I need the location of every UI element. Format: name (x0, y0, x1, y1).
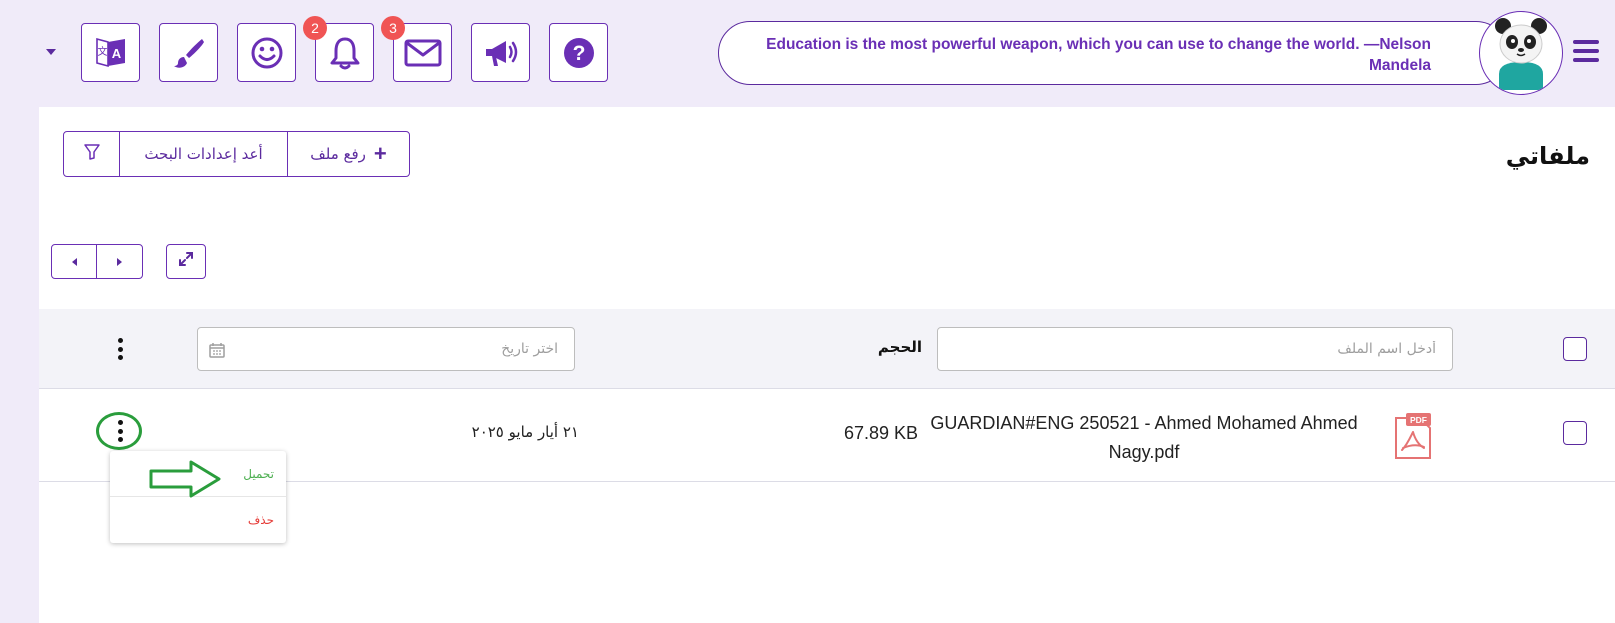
hamburger-icon-bar (1573, 58, 1599, 62)
toolbar-actions: أعد إعدادات البحث رفع ملف + (63, 131, 410, 177)
filter-row: الحجم (39, 309, 1615, 389)
hamburger-menu-button[interactable] (1573, 40, 1599, 64)
next-page-button[interactable] (97, 245, 142, 278)
quote-text: Education is the most powerful weapon, w… (766, 36, 1431, 74)
svg-text:?: ? (572, 42, 585, 65)
file-date: ٢١ أيار مايو ٢٠٢٥ (471, 423, 579, 441)
svg-text:文: 文 (97, 45, 107, 58)
column-options-kebab-icon[interactable] (117, 338, 123, 360)
language-dropdown-caret[interactable] (46, 49, 56, 55)
pagination (51, 244, 143, 279)
fullscreen-button[interactable] (166, 244, 206, 279)
announcements-button[interactable] (471, 23, 530, 82)
calendar-icon (209, 342, 225, 363)
date-filter-input[interactable] (198, 328, 574, 370)
user-avatar[interactable] (1479, 11, 1563, 95)
hamburger-icon-bar (1573, 49, 1599, 53)
filter-toggle-button[interactable] (64, 132, 120, 176)
messages-button[interactable]: 3 (381, 16, 452, 82)
size-column-header: الحجم (877, 338, 923, 356)
notifications-count-badge: 2 (303, 16, 327, 40)
hamburger-icon-bar (1573, 40, 1599, 44)
file-name-link[interactable]: GUARDIAN#ENG 250521 - Ahmed Mohamed Ahme… (899, 409, 1389, 467)
previous-page-button[interactable] (52, 245, 97, 278)
question-circle-icon: ? (562, 36, 596, 70)
bell-icon (328, 35, 362, 71)
row-actions-kebab-icon[interactable] (117, 420, 123, 442)
file-name-filter-input[interactable] (937, 327, 1453, 371)
upload-file-button[interactable]: رفع ملف + (288, 132, 409, 176)
caret-right-icon (117, 257, 122, 266)
upload-label: رفع ملف (310, 145, 366, 163)
paint-brush-icon (172, 36, 206, 70)
messages-count-badge: 3 (381, 16, 405, 40)
files-card: ملفاتي أعد إعدادات البحث رفع ملف + ا (39, 107, 1615, 623)
select-all-checkbox[interactable] (1563, 337, 1587, 361)
emoji-button[interactable] (237, 23, 296, 82)
file-size: 67.89 KB (843, 423, 919, 443)
caret-left-icon (71, 257, 77, 266)
language-button[interactable]: A 文 (81, 23, 140, 82)
notifications-button[interactable]: 2 (303, 16, 374, 82)
date-filter-field[interactable] (197, 327, 575, 371)
translate-icon: A 文 (94, 35, 128, 71)
row-checkbox[interactable] (1563, 421, 1587, 445)
expand-arrows-icon (178, 251, 194, 272)
annotation-arrow-icon (149, 459, 223, 504)
smiley-icon (250, 36, 284, 70)
panda-avatar-icon (1485, 12, 1557, 94)
pdf-type-badge: PDF (1410, 415, 1427, 425)
quote-banner: Education is the most powerful weapon, w… (718, 21, 1508, 85)
envelope-icon (404, 38, 442, 68)
plus-icon: + (373, 141, 387, 166)
svg-text:A: A (111, 46, 121, 61)
megaphone-icon (482, 36, 520, 70)
theme-button[interactable] (159, 23, 218, 82)
reset-search-button[interactable]: أعد إعدادات البحث (120, 132, 288, 176)
funnel-icon (83, 143, 101, 165)
page-title: ملفاتي (1505, 142, 1590, 170)
help-button[interactable]: ? (549, 23, 608, 82)
pdf-file-icon: PDF (1393, 412, 1433, 465)
